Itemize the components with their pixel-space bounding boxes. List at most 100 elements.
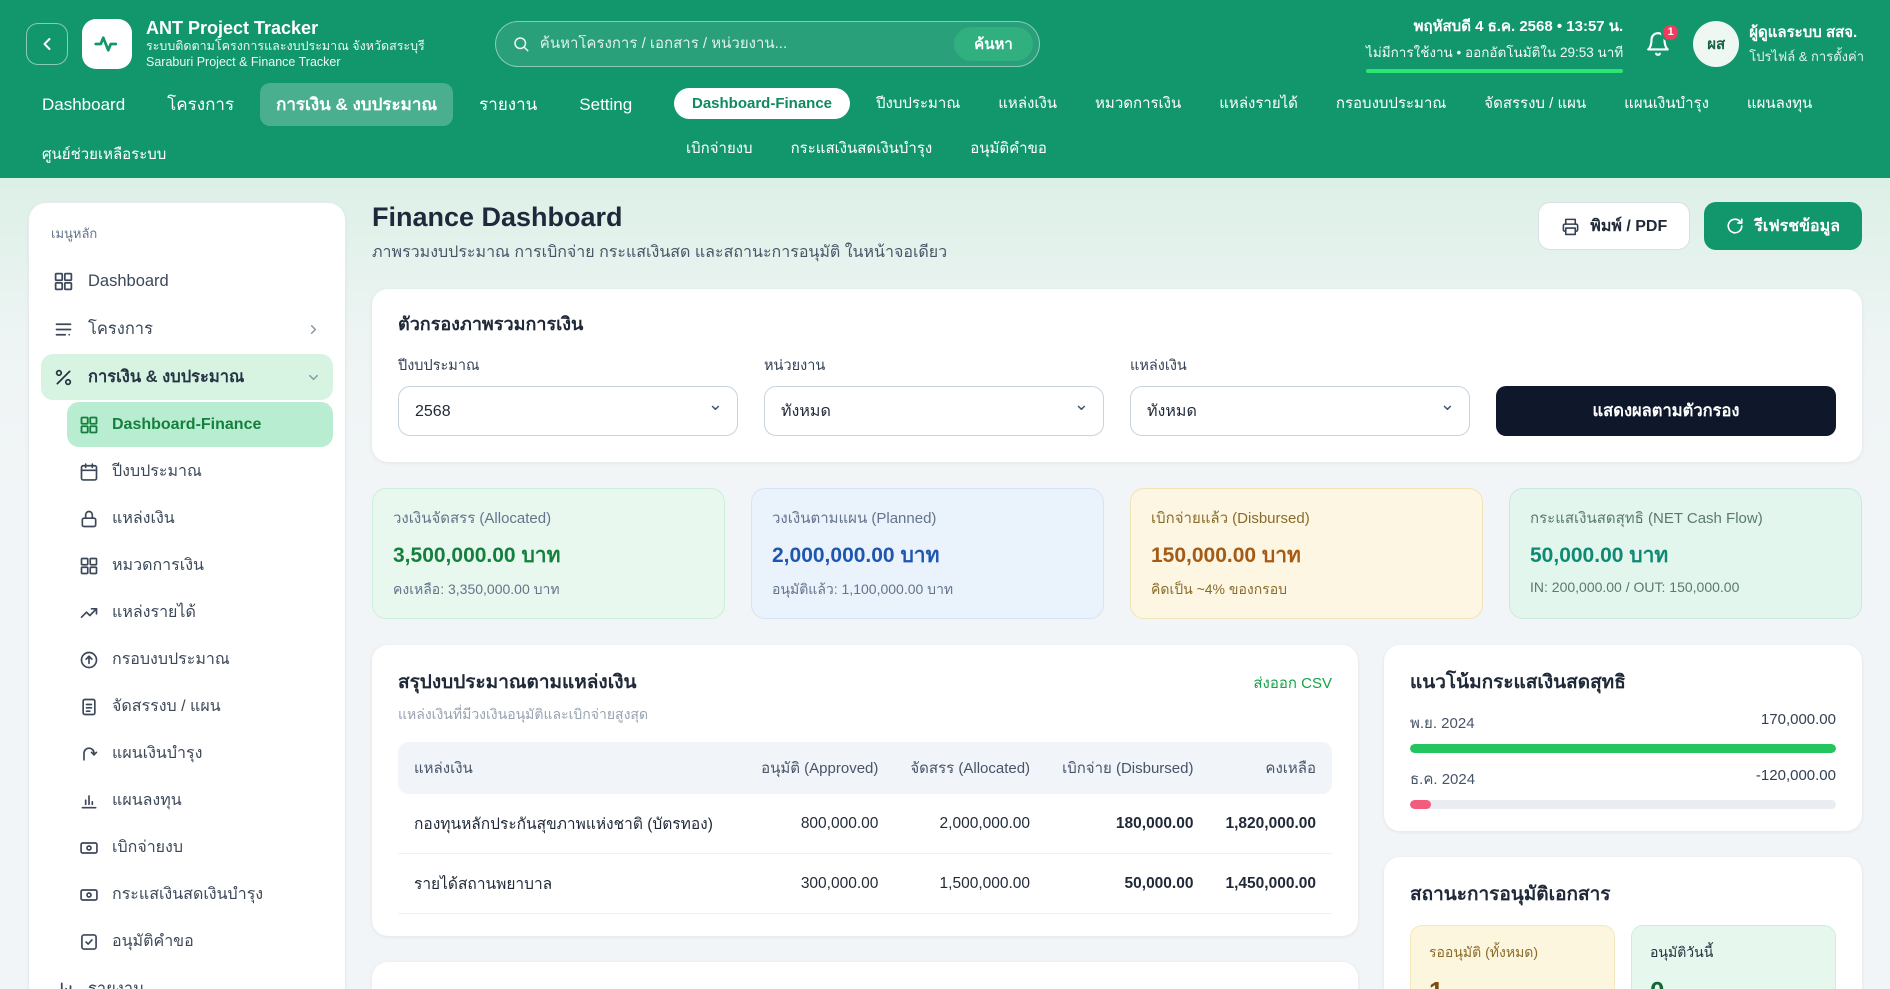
side-panels-column: แนวโน้มกระแสเงินสดสุทธิ พ.ย. 2024 170,00… bbox=[1384, 645, 1862, 989]
cell-approved: 800,000.00 bbox=[745, 794, 894, 854]
stat-sub: คงเหลือ: 3,350,000.00 บาท bbox=[393, 579, 704, 601]
sidebar-subitem-cashflow[interactable]: กระแสเงินสดเงินบำรุง bbox=[67, 872, 333, 917]
sidebar: เมนูหลัก Dashboard โครงการ การเงิน & งบป… bbox=[28, 202, 346, 989]
trend-row: พ.ย. 2024 170,000.00 bbox=[1410, 711, 1836, 753]
chevron-down-icon bbox=[306, 370, 321, 385]
sidebar-subitem-approve-requests[interactable]: อนุมัติคำขอ bbox=[67, 919, 333, 964]
col-header: แหล่งเงิน bbox=[398, 742, 745, 794]
refresh-data-label: รีเฟรชข้อมูล bbox=[1754, 214, 1840, 239]
print-pdf-label: พิมพ์ / PDF bbox=[1590, 214, 1667, 239]
subnav-disbursement[interactable]: เบิกจ่ายงบ bbox=[674, 130, 765, 166]
subnav-maintenance-plan[interactable]: แผนเงินบำรุง bbox=[1612, 85, 1721, 121]
search-input[interactable] bbox=[540, 35, 954, 52]
back-button[interactable] bbox=[26, 23, 68, 65]
sidebar-item-label: Dashboard bbox=[88, 272, 169, 291]
subnav-dashboard-finance[interactable]: Dashboard-Finance bbox=[674, 88, 850, 119]
sidebar-item-label: รายงาน bbox=[88, 976, 144, 989]
fiscal-year-select[interactable]: 2568 bbox=[398, 386, 738, 436]
export-csv-link[interactable]: ส่งออก CSV bbox=[1253, 671, 1332, 695]
user-subtitle: โปรไฟล์ & การตั้งค่า bbox=[1749, 46, 1864, 67]
apply-filters-button[interactable]: แสดงผลตามตัวกรอง bbox=[1496, 386, 1836, 436]
refresh-icon bbox=[1726, 217, 1744, 235]
sidebar-subitem-fund-source[interactable]: แหล่งเงิน bbox=[67, 496, 333, 541]
trend-month: ธ.ค. 2024 bbox=[1410, 767, 1475, 791]
sidebar-subitem-budget-frame[interactable]: กรอบงบประมาณ bbox=[67, 637, 333, 682]
sidebar-item-projects[interactable]: โครงการ bbox=[41, 306, 333, 352]
panel-title: สถานะการอนุมัติเอกสาร bbox=[1410, 879, 1836, 909]
user-menu[interactable]: ผส ผู้ดูแลระบบ สสจ. โปรไฟล์ & การตั้งค่า bbox=[1693, 20, 1864, 67]
subnav-investment-plan[interactable]: แผนลงทุน bbox=[1735, 85, 1824, 121]
grid-icon bbox=[79, 556, 99, 576]
fund-source-label: แหล่งเงิน bbox=[1130, 354, 1470, 377]
page-subtitle: ภาพรวมงบประมาณ การเบิกจ่าย กระแสเงินสด แ… bbox=[372, 240, 947, 265]
search-button[interactable]: ค้นหา bbox=[954, 27, 1033, 61]
fiscal-year-label: ปีงบประมาณ bbox=[398, 354, 738, 377]
approved-today-label: อนุมัติวันนี้ bbox=[1650, 942, 1817, 964]
sidebar-subitem-dashboard-finance[interactable]: Dashboard-Finance bbox=[67, 402, 333, 447]
subnav-approve-requests[interactable]: อนุมัติคำขอ bbox=[958, 130, 1059, 166]
tables-column: สรุปงบประมาณตามแหล่งเงิน ส่งออก CSV แหล่… bbox=[372, 645, 1358, 989]
main-nav: Dashboard โครงการ การเงิน & งบประมาณ ราย… bbox=[26, 83, 674, 126]
fiscal-year-field: ปีงบประมาณ 2568 bbox=[398, 354, 738, 436]
col-header: เบิกจ่าย (Disbursed) bbox=[1046, 742, 1209, 794]
subnav-allocation-plan[interactable]: จัดสรรงบ / แผน bbox=[1472, 85, 1598, 121]
sidebar-subitem-investment-plan[interactable]: แผนลงทุน bbox=[67, 778, 333, 823]
trend-line: พ.ย. 2024 170,000.00 bbox=[1410, 711, 1836, 735]
sidebar-subitem-revenue-source[interactable]: แหล่งรายได้ bbox=[67, 590, 333, 635]
budget-by-department-panel: สรุปงบประมาณตามหน่วยงาน ส่งออก CSV หน่วย… bbox=[372, 962, 1358, 989]
fund-source-select[interactable]: ทั้งหมด bbox=[1130, 386, 1470, 436]
approved-today-value: 0 bbox=[1650, 976, 1817, 989]
nav-dashboard[interactable]: Dashboard bbox=[26, 87, 141, 123]
subnav-budget-frame[interactable]: กรอบงบประมาณ bbox=[1324, 85, 1458, 121]
stat-value: 2,000,000.00 บาท bbox=[772, 539, 1083, 572]
app-titles: ANT Project Tracker ระบบติดตามโครงการและ… bbox=[146, 17, 425, 71]
stat-value: 50,000.00 บาท bbox=[1530, 539, 1841, 572]
page-header-text: Finance Dashboard ภาพรวมงบประมาณ การเบิก… bbox=[372, 202, 947, 265]
nav-settings[interactable]: Setting bbox=[563, 87, 648, 123]
print-pdf-button[interactable]: พิมพ์ / PDF bbox=[1538, 202, 1690, 250]
sidebar-subitem-finance-category[interactable]: หมวดการเงิน bbox=[67, 543, 333, 588]
subnav-fiscal-year[interactable]: ปีงบประมาณ bbox=[864, 85, 972, 121]
nav-reports[interactable]: รายงาน bbox=[463, 83, 553, 126]
clipboard-list-icon bbox=[79, 697, 99, 717]
current-datetime: พฤหัสบดี 4 ธ.ค. 2568 • 13:57 น. bbox=[1366, 14, 1623, 38]
sidebar-subitem-disbursement[interactable]: เบิกจ่ายงบ bbox=[67, 825, 333, 870]
sidebar-item-reports[interactable]: รายงาน bbox=[41, 966, 333, 989]
panel-title: สรุปงบประมาณตามแหล่งเงิน bbox=[398, 667, 636, 697]
cell-remaining: 1,450,000.00 bbox=[1209, 854, 1332, 914]
department-select[interactable]: ทั้งหมด bbox=[764, 386, 1104, 436]
notifications-button[interactable]: 1 bbox=[1645, 31, 1671, 57]
grid-icon bbox=[79, 415, 99, 435]
sidebar-subitem-label: แผนลงทุน bbox=[112, 788, 182, 813]
app-header: ANT Project Tracker ระบบติดตามโครงการและ… bbox=[0, 0, 1890, 178]
subnav-revenue-source[interactable]: แหล่งรายได้ bbox=[1207, 85, 1310, 121]
page-header: Finance Dashboard ภาพรวมงบประมาณ การเบิก… bbox=[372, 202, 1862, 265]
nav-finance[interactable]: การเงิน & งบประมาณ bbox=[260, 83, 453, 126]
subnav-cashflow[interactable]: กระแสเงินสดเงินบำรุง bbox=[779, 130, 945, 166]
trend-row: ธ.ค. 2024 -120,000.00 bbox=[1410, 767, 1836, 809]
sidebar-subitem-allocation-plan[interactable]: จัดสรรงบ / แผน bbox=[67, 684, 333, 729]
printer-icon bbox=[1561, 217, 1580, 236]
sidebar-item-finance[interactable]: การเงิน & งบประมาณ bbox=[41, 354, 333, 400]
notification-badge: 1 bbox=[1661, 23, 1680, 42]
subnav-fund-source[interactable]: แหล่งเงิน bbox=[986, 85, 1069, 121]
sidebar-item-dashboard[interactable]: Dashboard bbox=[41, 258, 333, 304]
chart-column-icon bbox=[79, 791, 99, 811]
sidebar-subitem-maintenance-plan[interactable]: แผนเงินบำรุง bbox=[67, 731, 333, 776]
trend-bar-track bbox=[1410, 744, 1836, 753]
stat-sub: IN: 200,000.00 / OUT: 150,000.00 bbox=[1530, 579, 1841, 595]
sidebar-subitem-fiscal-year[interactable]: ปีงบประมาณ bbox=[67, 449, 333, 494]
panel-subtitle: แหล่งเงินที่มีวงเงินอนุมัติและเบิกจ่ายสู… bbox=[398, 704, 1332, 726]
trend-value: -120,000.00 bbox=[1756, 767, 1836, 791]
sidebar-subitem-label: แหล่งเงิน bbox=[112, 506, 175, 531]
subnav-finance-category[interactable]: หมวดการเงิน bbox=[1083, 85, 1193, 121]
nav-projects[interactable]: โครงการ bbox=[151, 83, 250, 126]
department-label: หน่วยงาน bbox=[764, 354, 1104, 377]
table-header-row: แหล่งเงิน อนุมัติ (Approved) จัดสรร (All… bbox=[398, 742, 1332, 794]
grid-icon bbox=[53, 271, 74, 292]
refresh-data-button[interactable]: รีเฟรชข้อมูล bbox=[1704, 202, 1862, 250]
help-center-link[interactable]: ศูนย์ช่วยเหลือระบบ bbox=[42, 142, 674, 166]
chevron-left-icon bbox=[37, 34, 57, 54]
table-row: กองทุนหลักประกันสุขภาพแห่งชาติ (บัตรทอง)… bbox=[398, 794, 1332, 854]
trend-line: ธ.ค. 2024 -120,000.00 bbox=[1410, 767, 1836, 791]
